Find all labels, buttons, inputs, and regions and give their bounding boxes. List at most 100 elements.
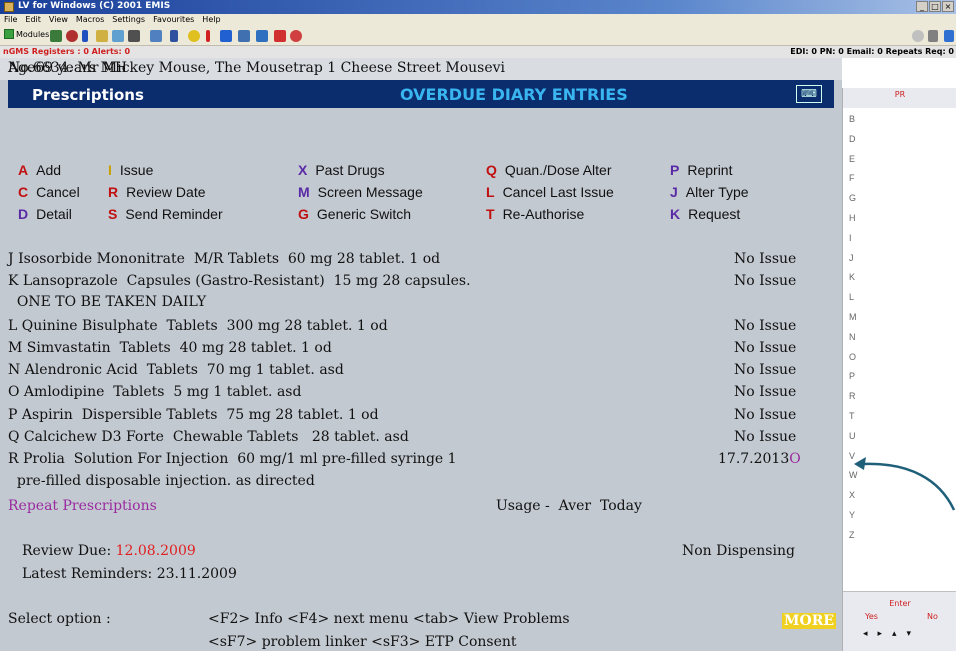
drug-status: No Issue [734, 251, 797, 267]
drug-status: No Issue [734, 429, 797, 445]
option-send-reminder[interactable]: S Send Reminder [108, 206, 223, 222]
drug-row[interactable]: Q Calcichew D3 Forte Chewable Tablets 28… [8, 429, 409, 445]
folder-icon[interactable] [128, 30, 140, 42]
alpha-index-l[interactable]: L [849, 292, 854, 302]
keyboard-icon[interactable]: ⌨ [796, 85, 822, 103]
minimize-button[interactable]: _ [916, 1, 928, 12]
annotation-arrow [854, 457, 956, 511]
drug-row[interactable]: P Aspirin Dispersible Tablets 75 mg 28 t… [8, 407, 379, 423]
form-icon[interactable] [112, 30, 124, 42]
maximize-button[interactable]: □ [929, 1, 941, 12]
close-button[interactable]: × [942, 1, 954, 12]
option-request[interactable]: K Request [670, 206, 740, 222]
star-icon[interactable] [188, 30, 200, 42]
globe-icon[interactable] [66, 30, 78, 42]
alpha-index-k[interactable]: K [849, 272, 855, 282]
usage-header: Usage - Aver Today [496, 498, 642, 514]
bar-icon[interactable] [82, 30, 88, 42]
registers-alerts[interactable]: nGMS Registers : 0 Alerts: 0 [3, 47, 130, 56]
alpha-index-i[interactable]: I [849, 233, 852, 243]
people-icon[interactable] [50, 30, 62, 42]
alpha-index-e[interactable]: E [849, 154, 855, 164]
drug-row[interactable]: L Quinine Bisulphate Tablets 300 mg 28 t… [8, 318, 388, 334]
option-re-authorise[interactable]: T Re-Authorise [486, 206, 584, 222]
alpha-index-m[interactable]: M [849, 312, 857, 322]
alert-icon[interactable] [206, 30, 210, 42]
drug-row-continuation: ONE TO BE TAKEN DAILY [8, 294, 207, 310]
sidebar-pr-label: PR [894, 90, 906, 99]
back-icon[interactable] [290, 30, 302, 42]
select-option-prompt: Select option : [8, 611, 111, 627]
option-screen-message[interactable]: M Screen Message [298, 184, 423, 200]
alpha-index-o[interactable]: O [849, 352, 856, 362]
patient-age: Age69 years MH [8, 60, 128, 76]
overdue-marker: O [789, 451, 801, 467]
yes-button[interactable]: Yes [865, 612, 878, 621]
option-alter-type[interactable]: J Alter Type [670, 184, 749, 200]
enter-panel: Enter Yes No ◂▸▴▾ [843, 591, 956, 651]
menu-view[interactable]: View [45, 14, 72, 24]
overdue-alert: OVERDUE DIARY ENTRIES [400, 85, 628, 104]
menu-macros[interactable]: Macros [72, 14, 108, 24]
alpha-index-t[interactable]: T [849, 411, 855, 421]
option-reprint[interactable]: P Reprint [670, 162, 732, 178]
alpha-index-b[interactable]: B [849, 114, 855, 124]
home-icon[interactable] [944, 30, 954, 42]
arrow-left-icon[interactable] [928, 30, 938, 42]
option-review-date[interactable]: R Review Date [108, 184, 206, 200]
alpha-index-j[interactable]: J [849, 253, 854, 263]
modules-label: Modules [16, 29, 50, 39]
no-button[interactable]: No [927, 612, 938, 621]
review-due: Review Due: 12.08.2009 [22, 543, 196, 559]
card-icon[interactable] [220, 30, 232, 42]
option-generic-switch[interactable]: G Generic Switch [298, 206, 411, 222]
alpha-index-r[interactable]: R [849, 391, 856, 401]
drug-row[interactable]: R Prolia Solution For Injection 60 mg/1 … [8, 451, 457, 467]
nav-circle-icon[interactable] [912, 30, 924, 42]
window-controls: _ □ × [916, 1, 954, 12]
modules-button[interactable]: Modules [4, 29, 49, 39]
menu-help[interactable]: Help [198, 14, 224, 24]
right-sidebar: PR BDEFGHIJKLMNOPRTUVWXYZ Enter Yes No ◂… [842, 88, 956, 651]
notes-icon[interactable] [96, 30, 108, 42]
alpha-index-f[interactable]: F [849, 173, 855, 183]
option-cancel[interactable]: C Cancel [18, 184, 80, 200]
drug-row[interactable]: K Lansoprazole Capsules (Gastro-Resistan… [8, 273, 471, 289]
drug-row[interactable]: O Amlodipine Tablets 5 mg 1 tablet. asd [8, 384, 301, 400]
alpha-index-d[interactable]: D [849, 134, 856, 144]
flask-icon[interactable] [170, 30, 178, 42]
option-cancel-last-issue[interactable]: L Cancel Last Issue [486, 184, 614, 200]
sidebar-header: PR [843, 88, 956, 108]
drug-row-continuation: pre-filled disposable injection. as dire… [8, 473, 315, 489]
status-strip: nGMS Registers : 0 Alerts: 0 EDI: 0 PN: … [0, 46, 956, 58]
nav-arrows-icon[interactable]: ◂▸▴▾ [863, 629, 921, 639]
section-header: Prescriptions OVERDUE DIARY ENTRIES ⌨ [8, 80, 834, 108]
title-bar: LV for Windows (C) 2001 EMIS _ □ × [0, 0, 956, 14]
drug-status: No Issue [734, 407, 797, 423]
chart-icon[interactable] [256, 30, 268, 42]
option-past-drugs[interactable]: X Past Drugs [298, 162, 385, 178]
option-detail[interactable]: D Detail [18, 206, 72, 222]
drug-row[interactable]: J Isosorbide Mononitrate M/R Tablets 60 … [8, 251, 440, 267]
alpha-index-n[interactable]: N [849, 332, 856, 342]
alpha-index-g[interactable]: G [849, 193, 856, 203]
terminal-screen[interactable]: No.6634. Mr Mickey Mouse, The Mousetrap … [0, 58, 842, 651]
menu-favourites[interactable]: Favourites [149, 14, 198, 24]
menu-file[interactable]: File [0, 14, 21, 24]
patient-line: No.6634. Mr Mickey Mouse, The Mousetrap … [0, 58, 842, 80]
report-icon[interactable] [274, 30, 286, 42]
option-issue[interactable]: I Issue [108, 162, 153, 178]
more-button[interactable]: MORE [782, 613, 836, 629]
option-quan-dose-alter[interactable]: Q Quan./Dose Alter [486, 162, 612, 178]
menu-settings[interactable]: Settings [108, 14, 149, 24]
tools-icon[interactable] [150, 30, 162, 42]
menu-edit[interactable]: Edit [21, 14, 45, 24]
alpha-index-h[interactable]: H [849, 213, 856, 223]
alpha-index-p[interactable]: P [849, 371, 855, 381]
repeat-prescriptions-label: Repeat Prescriptions [8, 498, 157, 514]
grid-icon[interactable] [238, 30, 250, 42]
drug-row[interactable]: N Alendronic Acid Tablets 70 mg 1 tablet… [8, 362, 344, 378]
option-add[interactable]: A Add [18, 162, 61, 178]
drug-row[interactable]: M Simvastatin Tablets 40 mg 28 tablet. 1… [8, 340, 332, 356]
enter-label: Enter [889, 599, 911, 608]
